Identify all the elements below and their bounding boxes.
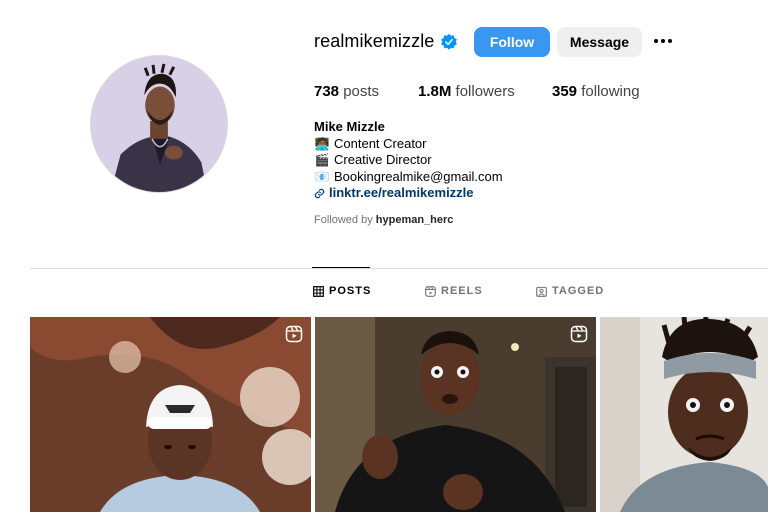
bio-line: 📧 Bookingrealmike@gmail.com [314,169,503,186]
profile-username: realmikemizzle [314,31,435,51]
post-thumbnail[interactable] [600,317,768,512]
post-image [30,317,311,512]
post-thumbnail[interactable] [30,317,311,512]
avatar-image [91,56,227,192]
followers-label: followers [455,83,515,100]
bio-name: Mike Mizzle [314,119,385,134]
posts-count-stat: 738 posts [314,83,379,100]
bio-emoji: 🧑🏾‍💻 [314,136,330,151]
follow-button[interactable]: Follow [474,27,550,57]
followed-by-user: hypeman_herc [375,214,454,226]
profile-avatar[interactable] [90,55,228,193]
bio-emoji: 📧 [314,169,330,184]
message-button[interactable]: Message [557,27,642,57]
bio-line: 🧑🏾‍💻 Content Creator [314,136,503,153]
profile-bio: Mike Mizzle 🧑🏾‍💻 Content Creator 🎬 Creat… [314,119,503,202]
bio-link-text: linktr.ee/realmikemizzle [329,185,474,200]
bio-line-text: Creative Director [334,152,432,167]
tab-label: REELS [441,285,483,297]
reel-badge-icon [570,325,588,343]
bio-line-text: Bookingrealmike@gmail.com [334,168,503,184]
tagged-icon [536,286,547,297]
posts-label: posts [343,83,380,100]
tab-label: POSTS [329,285,372,297]
tab-tagged[interactable]: TAGGED [536,285,604,297]
following-count: 359 [552,83,578,100]
bio-line-text: Content Creator [334,135,427,151]
link-icon [314,188,325,198]
following-stat[interactable]: 359 following [552,83,640,100]
followers-stat[interactable]: 1.8M followers [418,83,515,100]
posts-count: 738 [314,83,340,100]
following-label: following [581,83,640,100]
tab-posts[interactable]: POSTS [313,285,371,297]
bio-line: 🎬 Creative Director [314,152,503,169]
active-tab-indicator [312,267,370,268]
post-image [600,317,768,512]
tab-label: TAGGED [552,285,605,297]
post-image [315,317,596,512]
post-thumbnail[interactable] [315,317,596,512]
followers-count: 1.8M [418,83,452,100]
grid-icon [313,285,324,297]
reels-icon [425,285,436,297]
tab-reels[interactable]: REELS [425,285,483,297]
followed-by-prefix: Followed by [314,214,373,226]
verified-badge-icon [441,33,457,50]
bio-link[interactable]: linktr.ee/realmikemizzle [314,185,503,202]
bio-emoji: 🎬 [314,153,330,167]
followed-by[interactable]: Followed by hypeman_herc [314,214,453,226]
tabs-divider [30,268,768,269]
reel-badge-icon [285,325,303,343]
more-options-icon[interactable] [654,34,676,48]
